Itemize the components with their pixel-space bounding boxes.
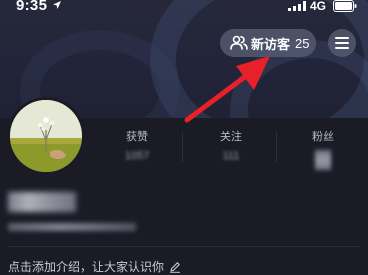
username-blurred [8,192,76,212]
user-id-blurred [8,223,136,231]
new-visitors-button[interactable]: 新访客 25 [220,29,316,57]
hamburger-menu-icon [335,37,349,49]
stat-fans-label: 粉丝 [312,131,334,143]
stat-following-value: 111 [222,150,240,162]
bio-prompt[interactable]: 点击添加介绍，让大家认识你 [8,258,181,275]
status-bar: 9:35 4G [0,0,368,14]
location-arrow-icon [53,1,61,9]
new-visitors-label: 新访客 [251,36,291,52]
stat-likes-label: 获赞 [126,131,148,143]
avatar[interactable] [7,97,85,175]
edit-pencil-icon [170,261,181,273]
avatar-image [10,100,82,172]
stat-following[interactable]: 关注 111 [214,128,248,162]
stat-fans[interactable]: 粉丝 [306,128,340,175]
stat-divider [276,132,277,162]
network-type: 4G [310,0,327,13]
stat-likes-value: 1057 [124,150,150,162]
new-visitors-count: 25 [295,35,310,51]
battery-icon [333,0,357,12]
signal-icon [288,1,306,11]
menu-button[interactable] [328,29,356,57]
stat-fans-value [315,150,331,170]
status-time: 9:35 [16,0,48,14]
stat-likes[interactable]: 获赞 1057 [120,128,154,162]
section-divider [8,246,360,247]
stat-divider [182,132,183,162]
bio-placeholder: 点击添加介绍，让大家认识你 [8,260,165,274]
people-icon [230,35,248,50]
stat-following-label: 关注 [220,131,242,143]
